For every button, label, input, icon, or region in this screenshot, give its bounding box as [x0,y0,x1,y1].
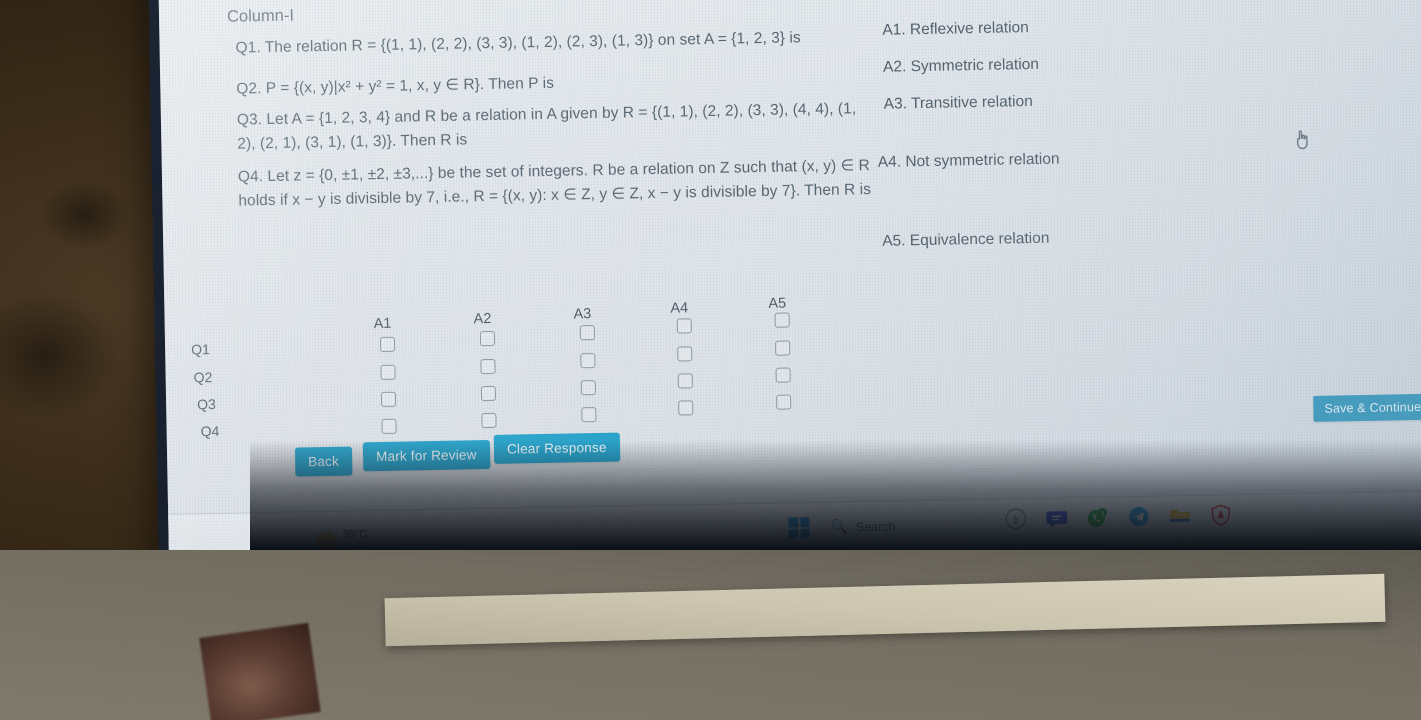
taskbar-center-group: 🔍 Search [788,513,907,540]
answer-label-a5: A5. [882,232,906,250]
matrix-row-label-q3: Q3 [196,396,216,413]
telegram-icon[interactable] [1126,504,1151,529]
matrix-checkbox-q2-a5[interactable] [775,340,791,356]
matrix-checkbox-q4-a1[interactable] [381,418,397,434]
answer-label-a4: A4. [877,153,902,171]
answer-text-a4: Not symmetric relation [905,150,1060,171]
svg-text:b: b [1013,515,1019,527]
answer-label-a2: A2. [882,58,907,76]
start-tile [799,517,810,527]
search-icon: 🔍 [830,518,849,535]
matrix-checkbox-q4-a2[interactable] [481,412,497,428]
matrix-checkbox-q3-a3[interactable] [580,379,597,395]
matrix-checkbox-q1-a1[interactable] [379,336,396,352]
question-item-q3: Q3. Let A = {1, 2, 3, 4} and R be a rela… [237,97,868,156]
answer-matrix: A1 A2 A3 A4 A5 Q1 Q2 Q3 Q4 [164,278,1421,447]
laptop-screen: Match the entries in Column-I correctly … [158,0,1421,574]
question-item-q2: Q2. P = {(x, y)|x² + y² = 1, x, y ∈ R}. … [236,66,876,101]
matrix-checkbox-q4-a5[interactable] [776,394,792,410]
question-label-q3: Q3. [236,111,263,129]
mark-for-review-button[interactable]: Mark for Review [362,440,490,472]
antivirus-shield-icon[interactable] [1208,502,1233,527]
answer-item-a1: A1. Reflexive relation [882,19,1029,40]
weather-temperature: 35°C [342,528,368,541]
matrix-checkbox-q3-a4[interactable] [677,373,693,389]
question-text-q4: Let z = {0, ±1, ±2, ±3,...} be the set o… [238,156,872,210]
matrix-column-header-a2: A2 [473,310,492,328]
matrix-checkbox-q1-a3[interactable] [579,324,595,340]
back-button[interactable]: Back [294,446,353,477]
matrix-checkbox-q4-a4[interactable] [678,400,694,416]
start-tile [788,528,799,539]
answer-item-a5: A5. Equivalence relation [882,230,1049,251]
matrix-column-header-a1: A1 [373,315,392,333]
start-tile [788,517,798,528]
search-input[interactable]: 🔍 Search [821,513,907,540]
svg-text:3: 3 [1101,511,1104,517]
matrix-checkbox-q2-a4[interactable] [677,346,693,362]
matrix-checkbox-q1-a2[interactable] [479,330,496,346]
question-label-q4: Q4. [237,168,264,186]
matrix-checkbox-q2-a2[interactable] [480,358,496,374]
answer-text-a1: Reflexive relation [909,19,1029,39]
question-item-q1: Q1. The relation R = {(1, 1), (2, 2), (3… [235,25,875,60]
question-text-q3: Let A = {1, 2, 3, 4} and R be a relation… [237,100,857,153]
start-button[interactable] [788,517,810,539]
matrix-row-label-q2: Q2 [193,369,213,386]
search-placeholder: Search [855,519,896,534]
chat-icon[interactable] [1044,505,1069,530]
matrix-checkbox-q3-a1[interactable] [380,391,397,407]
save-and-continue-button[interactable]: Save & Continue [1313,393,1421,422]
answer-item-a4: A4. Not symmetric relation [878,151,1060,172]
whatsapp-icon[interactable]: 3 [1085,505,1110,530]
answer-label-a3: A3. [883,95,908,113]
wall-blotch [0,290,120,420]
column-2-heading: Column-II [882,0,954,4]
column-1-heading: Column-I [226,6,295,26]
answer-item-a2: A2. Symmetric relation [883,56,1039,77]
matrix-column-header-a4: A4 [670,300,689,317]
taskbar-tray: b 3 [1003,502,1233,531]
clear-response-button[interactable]: Clear Response [493,432,620,464]
cloth-object [199,622,321,720]
matrix-checkbox-q1-a4[interactable] [676,318,692,334]
question-item-q4: Q4. Let z = {0, ±1, ±2, ±3,...} be the s… [238,154,879,213]
answer-text-a2: Symmetric relation [910,55,1040,76]
matrix-checkbox-q2-a1[interactable] [380,364,396,380]
question-text-q2: P = {(x, y)|x² + y² = 1, x, y ∈ R}. Then… [265,74,555,98]
matrix-checkbox-q4-a3[interactable] [581,406,597,422]
wall-blotch [40,180,130,250]
matrix-checkbox-q3-a5[interactable] [775,367,791,383]
answer-item-a3: A3. Transitive relation [884,93,1033,114]
question-text-q1: The relation R = {(1, 1), (2, 2), (3, 3)… [264,29,801,57]
exam-page: Match the entries in Column-I correctly … [158,0,1421,514]
pointer-hand-cursor [1296,130,1308,150]
answer-text-a5: Equivalence relation [909,229,1050,250]
start-tile [799,528,810,539]
photo-scene: Match the entries in Column-I correctly … [0,0,1421,720]
matrix-checkbox-q2-a3[interactable] [580,352,596,368]
question-label-q2: Q2. [236,80,262,98]
file-explorer-icon[interactable] [1167,503,1192,528]
copilot-icon[interactable]: b [1003,506,1028,531]
matrix-checkbox-q3-a2[interactable] [480,385,497,401]
matrix-checkbox-q1-a5[interactable] [774,312,790,328]
matrix-column-header-a5: A5 [768,295,787,312]
matrix-column-header-a3: A3 [573,306,592,323]
question-label-q1: Q1. [235,39,261,57]
matrix-row-label-q1: Q1 [190,341,210,358]
answer-text-a3: Transitive relation [910,92,1033,113]
answer-label-a1: A1. [882,21,906,39]
matrix-row-label-q4: Q4 [200,422,220,440]
